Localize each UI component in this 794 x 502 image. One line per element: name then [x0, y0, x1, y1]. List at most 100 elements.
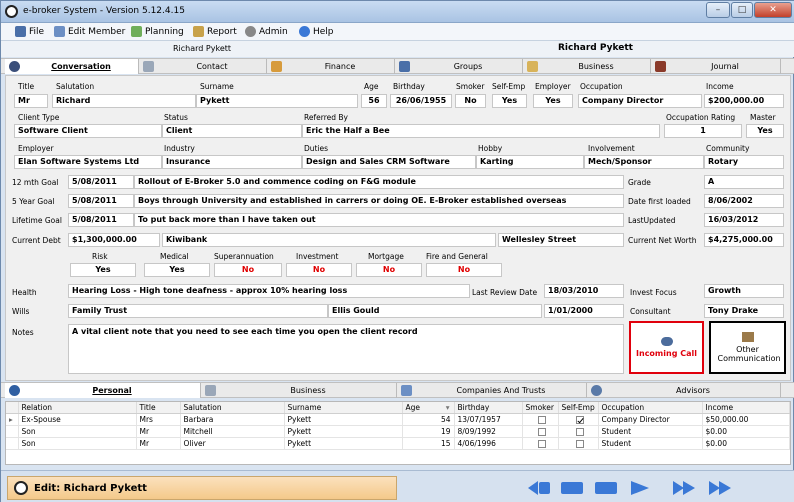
- menu-file[interactable]: File: [15, 26, 44, 37]
- menu-report[interactable]: Report: [193, 26, 237, 37]
- wills-person-field[interactable]: Ellis Gould: [328, 304, 542, 318]
- client-type-field[interactable]: Software Client: [14, 124, 162, 138]
- goal5-field[interactable]: Boys through University and established …: [134, 194, 624, 208]
- birthday-cell: 8/09/1992: [454, 425, 523, 438]
- tab-conversation[interactable]: Conversation: [5, 59, 139, 74]
- salutation-field[interactable]: Richard: [52, 94, 196, 108]
- col-birthday[interactable]: Birthday: [454, 402, 523, 414]
- tab-business[interactable]: Business: [523, 59, 651, 74]
- app-window: e-broker System - Version 5.12.4.15 – □ …: [0, 0, 794, 502]
- risk-field[interactable]: Yes: [70, 263, 136, 277]
- last-record-icon[interactable]: [707, 479, 733, 497]
- selfemp-checkbox[interactable]: [575, 427, 584, 436]
- last-updated-field[interactable]: 16/03/2012: [704, 213, 784, 227]
- smoker-cell: [522, 437, 559, 450]
- involvement-field[interactable]: Mech/Sponsor: [584, 155, 704, 169]
- tab-journal[interactable]: Journal: [651, 59, 781, 74]
- col-relation[interactable]: Relation: [18, 402, 137, 414]
- tab-advisors[interactable]: Advisors: [587, 383, 781, 398]
- last-review-field[interactable]: 18/03/2010: [544, 284, 624, 298]
- duties-field[interactable]: Design and Sales CRM Software: [302, 155, 476, 169]
- medical-field[interactable]: Yes: [144, 263, 210, 277]
- menu-edit-member[interactable]: Edit Member: [54, 26, 125, 37]
- invest-focus-field[interactable]: Growth: [704, 284, 784, 298]
- tab-personal[interactable]: Personal: [5, 383, 201, 398]
- surname-field[interactable]: Pykett: [196, 94, 358, 108]
- report-icon: [193, 26, 204, 37]
- col-smoker[interactable]: Smoker: [522, 402, 559, 414]
- tab-finance[interactable]: Finance: [267, 59, 395, 74]
- industry-field[interactable]: Insurance: [162, 155, 302, 169]
- smoker-checkbox[interactable]: [537, 427, 546, 436]
- selfemp-field[interactable]: Yes: [492, 94, 527, 108]
- health-field[interactable]: Hearing Loss - High tone deafness - appr…: [68, 284, 470, 298]
- investment-field[interactable]: No: [286, 263, 352, 277]
- tab-groups[interactable]: Groups: [395, 59, 523, 74]
- selfemp-checkbox[interactable]: [575, 439, 584, 448]
- smoker-field[interactable]: No: [455, 94, 486, 108]
- stop-record-icon[interactable]: [593, 479, 619, 497]
- net-worth-label: Current Net Worth: [628, 236, 697, 245]
- bank-field[interactable]: Kiwibank: [162, 233, 496, 247]
- fast-forward-icon[interactable]: [671, 479, 697, 497]
- close-button[interactable]: ✕: [754, 2, 792, 18]
- street-field[interactable]: Wellesley Street: [498, 233, 624, 247]
- goal5-date-field[interactable]: 5/08/2011: [68, 194, 134, 208]
- minimize-button[interactable]: –: [706, 2, 730, 18]
- col-surname[interactable]: Surname: [284, 402, 403, 414]
- hobby-field[interactable]: Karting: [476, 155, 584, 169]
- other-communication-button[interactable]: Other Communication: [709, 321, 786, 374]
- tab-contact[interactable]: Contact: [139, 59, 267, 74]
- wills-date-field[interactable]: 1/01/2000: [544, 304, 624, 318]
- col-income[interactable]: Income: [702, 402, 790, 414]
- age-field[interactable]: 56: [361, 94, 387, 108]
- superannuation-field[interactable]: No: [214, 263, 282, 277]
- master-field[interactable]: Yes: [746, 124, 784, 138]
- community-field[interactable]: Rotary: [704, 155, 784, 169]
- next-record-icon[interactable]: [627, 479, 653, 497]
- selfemp-checkbox[interactable]: [575, 415, 584, 424]
- date-first-field[interactable]: 8/06/2002: [704, 194, 784, 208]
- notes-field[interactable]: A vital client note that you need to see…: [68, 324, 624, 374]
- employer-yn-field[interactable]: Yes: [533, 94, 573, 108]
- smoker-checkbox[interactable]: [537, 415, 546, 424]
- col-title[interactable]: Title: [136, 402, 181, 414]
- grid-header-row: Relation Title Salutation Surname Age ▾ B…: [6, 402, 790, 414]
- col-age[interactable]: Age ▾: [402, 402, 455, 414]
- col-occupation[interactable]: Occupation: [598, 402, 703, 414]
- goal12-date-field[interactable]: 5/08/2011: [68, 175, 134, 189]
- maximize-button[interactable]: □: [731, 2, 753, 18]
- goallife-field[interactable]: To put back more than I have taken out: [134, 213, 624, 227]
- referred-by-field[interactable]: Eric the Half a Bee: [302, 124, 660, 138]
- tab-related-business[interactable]: Business: [201, 383, 397, 398]
- consultant-field[interactable]: Tony Drake: [704, 304, 784, 318]
- incoming-call-button[interactable]: Incoming Call: [629, 321, 704, 374]
- previous-record-icon[interactable]: [559, 479, 585, 497]
- col-salutation[interactable]: Salutation: [180, 402, 285, 414]
- wills-field[interactable]: Family Trust: [68, 304, 328, 318]
- title-field[interactable]: Mr: [14, 94, 48, 108]
- menu-planning[interactable]: Planning: [131, 26, 184, 37]
- menu-help[interactable]: Help: [299, 26, 334, 37]
- goal12-field[interactable]: Rollout of E-Broker 5.0 and commence cod…: [134, 175, 624, 189]
- net-worth-field[interactable]: $4,275,000.00: [704, 233, 784, 247]
- table-row[interactable]: Son Mr Oliver Pykett 15 4/06/1996 Studen…: [6, 437, 790, 450]
- tab-companies-trusts[interactable]: Companies And Trusts: [397, 383, 587, 398]
- current-debt-field[interactable]: $1,300,000.00: [68, 233, 160, 247]
- goallife-date-field[interactable]: 5/08/2011: [68, 213, 134, 227]
- table-row[interactable]: ▸ Ex-Spouse Mrs Barbara Pykett 54 13/07/…: [6, 413, 790, 426]
- birthday-field[interactable]: 26/06/1955: [390, 94, 452, 108]
- fire-field[interactable]: No: [426, 263, 502, 277]
- menu-admin[interactable]: Admin: [245, 26, 288, 37]
- grade-field[interactable]: A: [704, 175, 784, 189]
- mortgage-field[interactable]: No: [356, 263, 422, 277]
- employer-field[interactable]: Elan Software Systems Ltd: [14, 155, 162, 169]
- smoker-checkbox[interactable]: [537, 439, 546, 448]
- occupation-field[interactable]: Company Director: [578, 94, 702, 108]
- occ-rating-field[interactable]: 1: [664, 124, 742, 138]
- income-field[interactable]: $200,000.00: [704, 94, 784, 108]
- first-record-icon[interactable]: [526, 479, 552, 497]
- status-field[interactable]: Client: [162, 124, 302, 138]
- col-selfemp[interactable]: Self-Emp: [558, 402, 599, 414]
- table-row[interactable]: Son Mr Mitchell Pykett 19 8/09/1992 Stud…: [6, 425, 790, 438]
